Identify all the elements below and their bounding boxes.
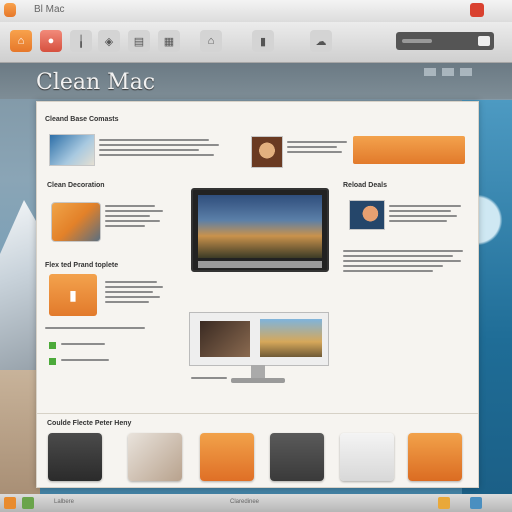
text-block bbox=[61, 340, 111, 348]
thumbnail-image[interactable] bbox=[49, 134, 95, 166]
text-block bbox=[45, 324, 155, 332]
section-heading-mid-left: Clean Decoration bbox=[47, 182, 105, 189]
section-heading-top: Cleand Base Comasts bbox=[45, 116, 119, 123]
lock-icon[interactable]: ▮ bbox=[252, 30, 274, 52]
search-button[interactable] bbox=[478, 36, 490, 46]
text-block bbox=[389, 202, 463, 225]
header-link[interactable] bbox=[442, 68, 454, 76]
app-tile-grey[interactable] bbox=[270, 433, 324, 481]
divider bbox=[37, 410, 478, 417]
section-heading-mid-right: Reload Deals bbox=[343, 182, 387, 189]
record-icon[interactable]: ● bbox=[40, 30, 62, 52]
header-links bbox=[424, 68, 472, 76]
dock-icon[interactable] bbox=[470, 497, 482, 509]
window-titlebar: Bl Mac bbox=[0, 0, 512, 23]
promo-banner[interactable] bbox=[353, 136, 465, 164]
text-block bbox=[105, 278, 165, 306]
dock-icon[interactable] bbox=[438, 497, 450, 509]
search-text bbox=[402, 39, 432, 43]
dock-center-label: Claredinee bbox=[230, 499, 260, 505]
caption bbox=[191, 374, 231, 382]
imac-screen bbox=[189, 312, 329, 366]
header-link[interactable] bbox=[460, 68, 472, 76]
app-tile-orange-2[interactable] bbox=[408, 433, 462, 481]
text-block bbox=[287, 138, 347, 156]
content-panel: Cleand Base Comasts Clean Decoration Rel… bbox=[36, 101, 479, 488]
app-tile-image[interactable] bbox=[51, 202, 101, 242]
tag-icon[interactable]: ◈ bbox=[98, 30, 120, 52]
home-icon[interactable]: ⌂ bbox=[10, 30, 32, 52]
grid-icon[interactable]: ▦ bbox=[158, 30, 180, 52]
close-button[interactable] bbox=[470, 3, 484, 17]
toolbar: ⌂ ● ╽ ◈ ▤ ▦ ⌂ ▮ ☁ bbox=[0, 22, 512, 63]
text-block bbox=[61, 356, 111, 364]
dock: Lalbere Claredinee bbox=[0, 494, 512, 512]
section-heading-bottom: Coulde Flecte Peter Heny bbox=[47, 420, 132, 427]
check-icon[interactable] bbox=[49, 342, 56, 349]
imac-base bbox=[231, 378, 285, 383]
paragraph-block bbox=[343, 247, 465, 275]
monitor-screen bbox=[198, 195, 322, 258]
site-logo[interactable]: Clean Mac bbox=[36, 70, 155, 95]
app-icon[interactable] bbox=[4, 3, 16, 17]
featured-monitor[interactable] bbox=[191, 188, 329, 272]
lock-feature-tile[interactable]: ▮ bbox=[49, 274, 97, 316]
app-tile-photo[interactable] bbox=[128, 433, 182, 481]
dock-icon[interactable] bbox=[4, 497, 16, 509]
doc-icon[interactable]: ▤ bbox=[128, 30, 150, 52]
check-icon[interactable] bbox=[49, 358, 56, 365]
window-title: Bl Mac bbox=[34, 4, 65, 15]
monitor-taskbar bbox=[198, 261, 322, 268]
shore-image bbox=[0, 370, 40, 512]
search-field[interactable] bbox=[396, 32, 494, 50]
app-tile-orange[interactable] bbox=[200, 433, 254, 481]
app-tile-light[interactable] bbox=[340, 433, 394, 481]
imac-stand bbox=[251, 365, 265, 379]
profile-thumbnail[interactable] bbox=[349, 200, 385, 230]
text-block bbox=[105, 202, 165, 230]
header-link[interactable] bbox=[424, 68, 436, 76]
pin-icon[interactable]: ╽ bbox=[70, 30, 92, 52]
house-icon[interactable]: ⌂ bbox=[200, 30, 222, 52]
section-heading-lower-left: Flex ted Prand toplete bbox=[45, 262, 119, 269]
dock-icon[interactable] bbox=[22, 497, 34, 509]
app-tile-dark[interactable] bbox=[48, 433, 102, 481]
dock-label: Lalbere bbox=[54, 499, 75, 505]
text-block bbox=[99, 136, 219, 159]
cloud-icon[interactable]: ☁ bbox=[310, 30, 332, 52]
avatar-image[interactable] bbox=[251, 136, 283, 168]
